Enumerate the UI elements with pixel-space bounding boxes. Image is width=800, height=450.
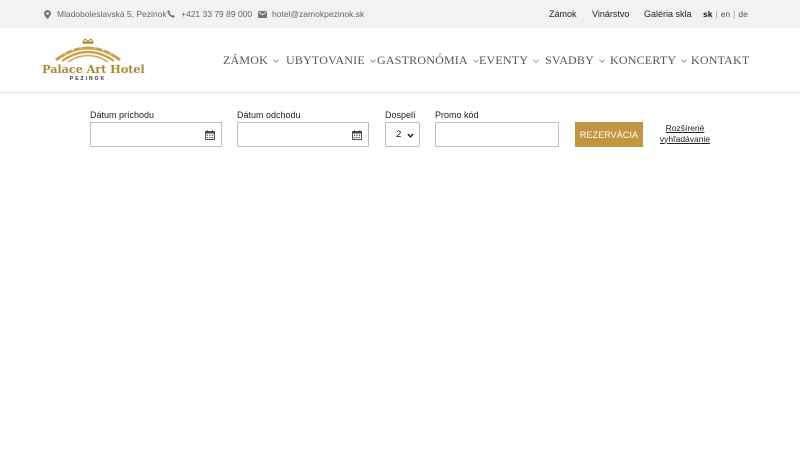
adults-select[interactable]: 2 [385, 122, 420, 147]
nav-item-gastronomia[interactable]: GASTRONÓMIA [377, 28, 479, 93]
chevron-down-icon [273, 59, 279, 63]
promo-code-input[interactable] [435, 122, 559, 147]
departure-label: Dátum odchodu [237, 110, 301, 120]
nav-label: EVENTY [479, 53, 529, 67]
language-switcher: sk | en | de [703, 0, 748, 28]
nav-label: UBYTOVANIE [286, 53, 365, 67]
calendar-icon[interactable] [205, 130, 215, 140]
phone[interactable]: +421 33 79 89 000 [166, 0, 252, 28]
nav-label: SVADBY [545, 53, 594, 67]
lang-separator: | [715, 9, 718, 19]
nav-item-ubytovanie[interactable]: UBYTOVANIE [286, 28, 376, 93]
chevron-down-icon [370, 59, 376, 63]
nav-item-zamok[interactable]: ZÁMOK [223, 28, 279, 93]
promo-label: Promo kód [435, 110, 479, 120]
departure-date-field[interactable] [237, 122, 369, 147]
chevron-down-icon [473, 59, 479, 63]
logo[interactable]: Palace Art Hotel PEZINOK [42, 38, 145, 86]
phone-text: +421 33 79 89 000 [181, 9, 253, 19]
nav-item-kontakt[interactable]: KONTAKT [691, 28, 749, 93]
advanced-search-line1: Rozšírené [665, 123, 705, 133]
logo-title: Palace Art Hotel [42, 62, 145, 76]
logo-subtitle: PEZINOK [69, 76, 107, 82]
chevron-down-icon [681, 59, 688, 63]
nav-item-koncerty[interactable]: KONCERTY [610, 28, 688, 93]
email[interactable]: hotel@zamokpezinok.sk [257, 0, 364, 28]
advanced-search-link[interactable]: Rozšírené vyhľadávanie [653, 123, 717, 144]
adults-value: 2 [396, 129, 402, 140]
location-pin-icon [42, 9, 52, 19]
toplink-vinarstvo[interactable]: Vinárstvo [592, 0, 629, 28]
nav-label: KONCERTY [610, 53, 677, 67]
nav-label: ZÁMOK [223, 53, 268, 67]
toplink-galeria-skla[interactable]: Galéria skla [644, 0, 692, 28]
envelope-icon [257, 9, 267, 19]
lang-separator: | [733, 9, 736, 19]
nav-label: KONTAKT [691, 53, 750, 67]
chevron-down-icon [533, 59, 539, 63]
chevron-down-icon [599, 59, 605, 63]
address: Mladoboleslavská 5, Pezinok [42, 0, 167, 28]
reservation-button[interactable]: REZERVÁCIA [575, 122, 643, 147]
toplink-zamok[interactable]: Zámok [549, 0, 577, 28]
top-bar: Mladoboleslavská 5, Pezinok +421 33 79 8… [0, 0, 800, 28]
address-text: Mladoboleslavská 5, Pezinok [57, 9, 167, 19]
nav-label: GASTRONÓMIA [377, 53, 468, 67]
email-text: hotel@zamokpezinok.sk [272, 9, 365, 19]
adults-label: Dospelí [385, 110, 416, 120]
nav-item-eventy[interactable]: EVENTY [479, 28, 539, 93]
lang-de[interactable]: de [738, 9, 747, 19]
arrival-date-field[interactable] [90, 122, 222, 147]
arrival-label: Dátum príchodu [90, 110, 155, 120]
calendar-icon[interactable] [352, 130, 362, 140]
logo-emblem [55, 38, 121, 63]
phone-icon [166, 9, 176, 19]
nav-item-svadby[interactable]: SVADBY [545, 28, 605, 93]
lang-sk[interactable]: sk [703, 9, 712, 19]
advanced-search-line2: vyhľadávanie [659, 133, 711, 144]
lang-en[interactable]: en [721, 9, 730, 19]
chevron-down-icon [407, 133, 414, 138]
